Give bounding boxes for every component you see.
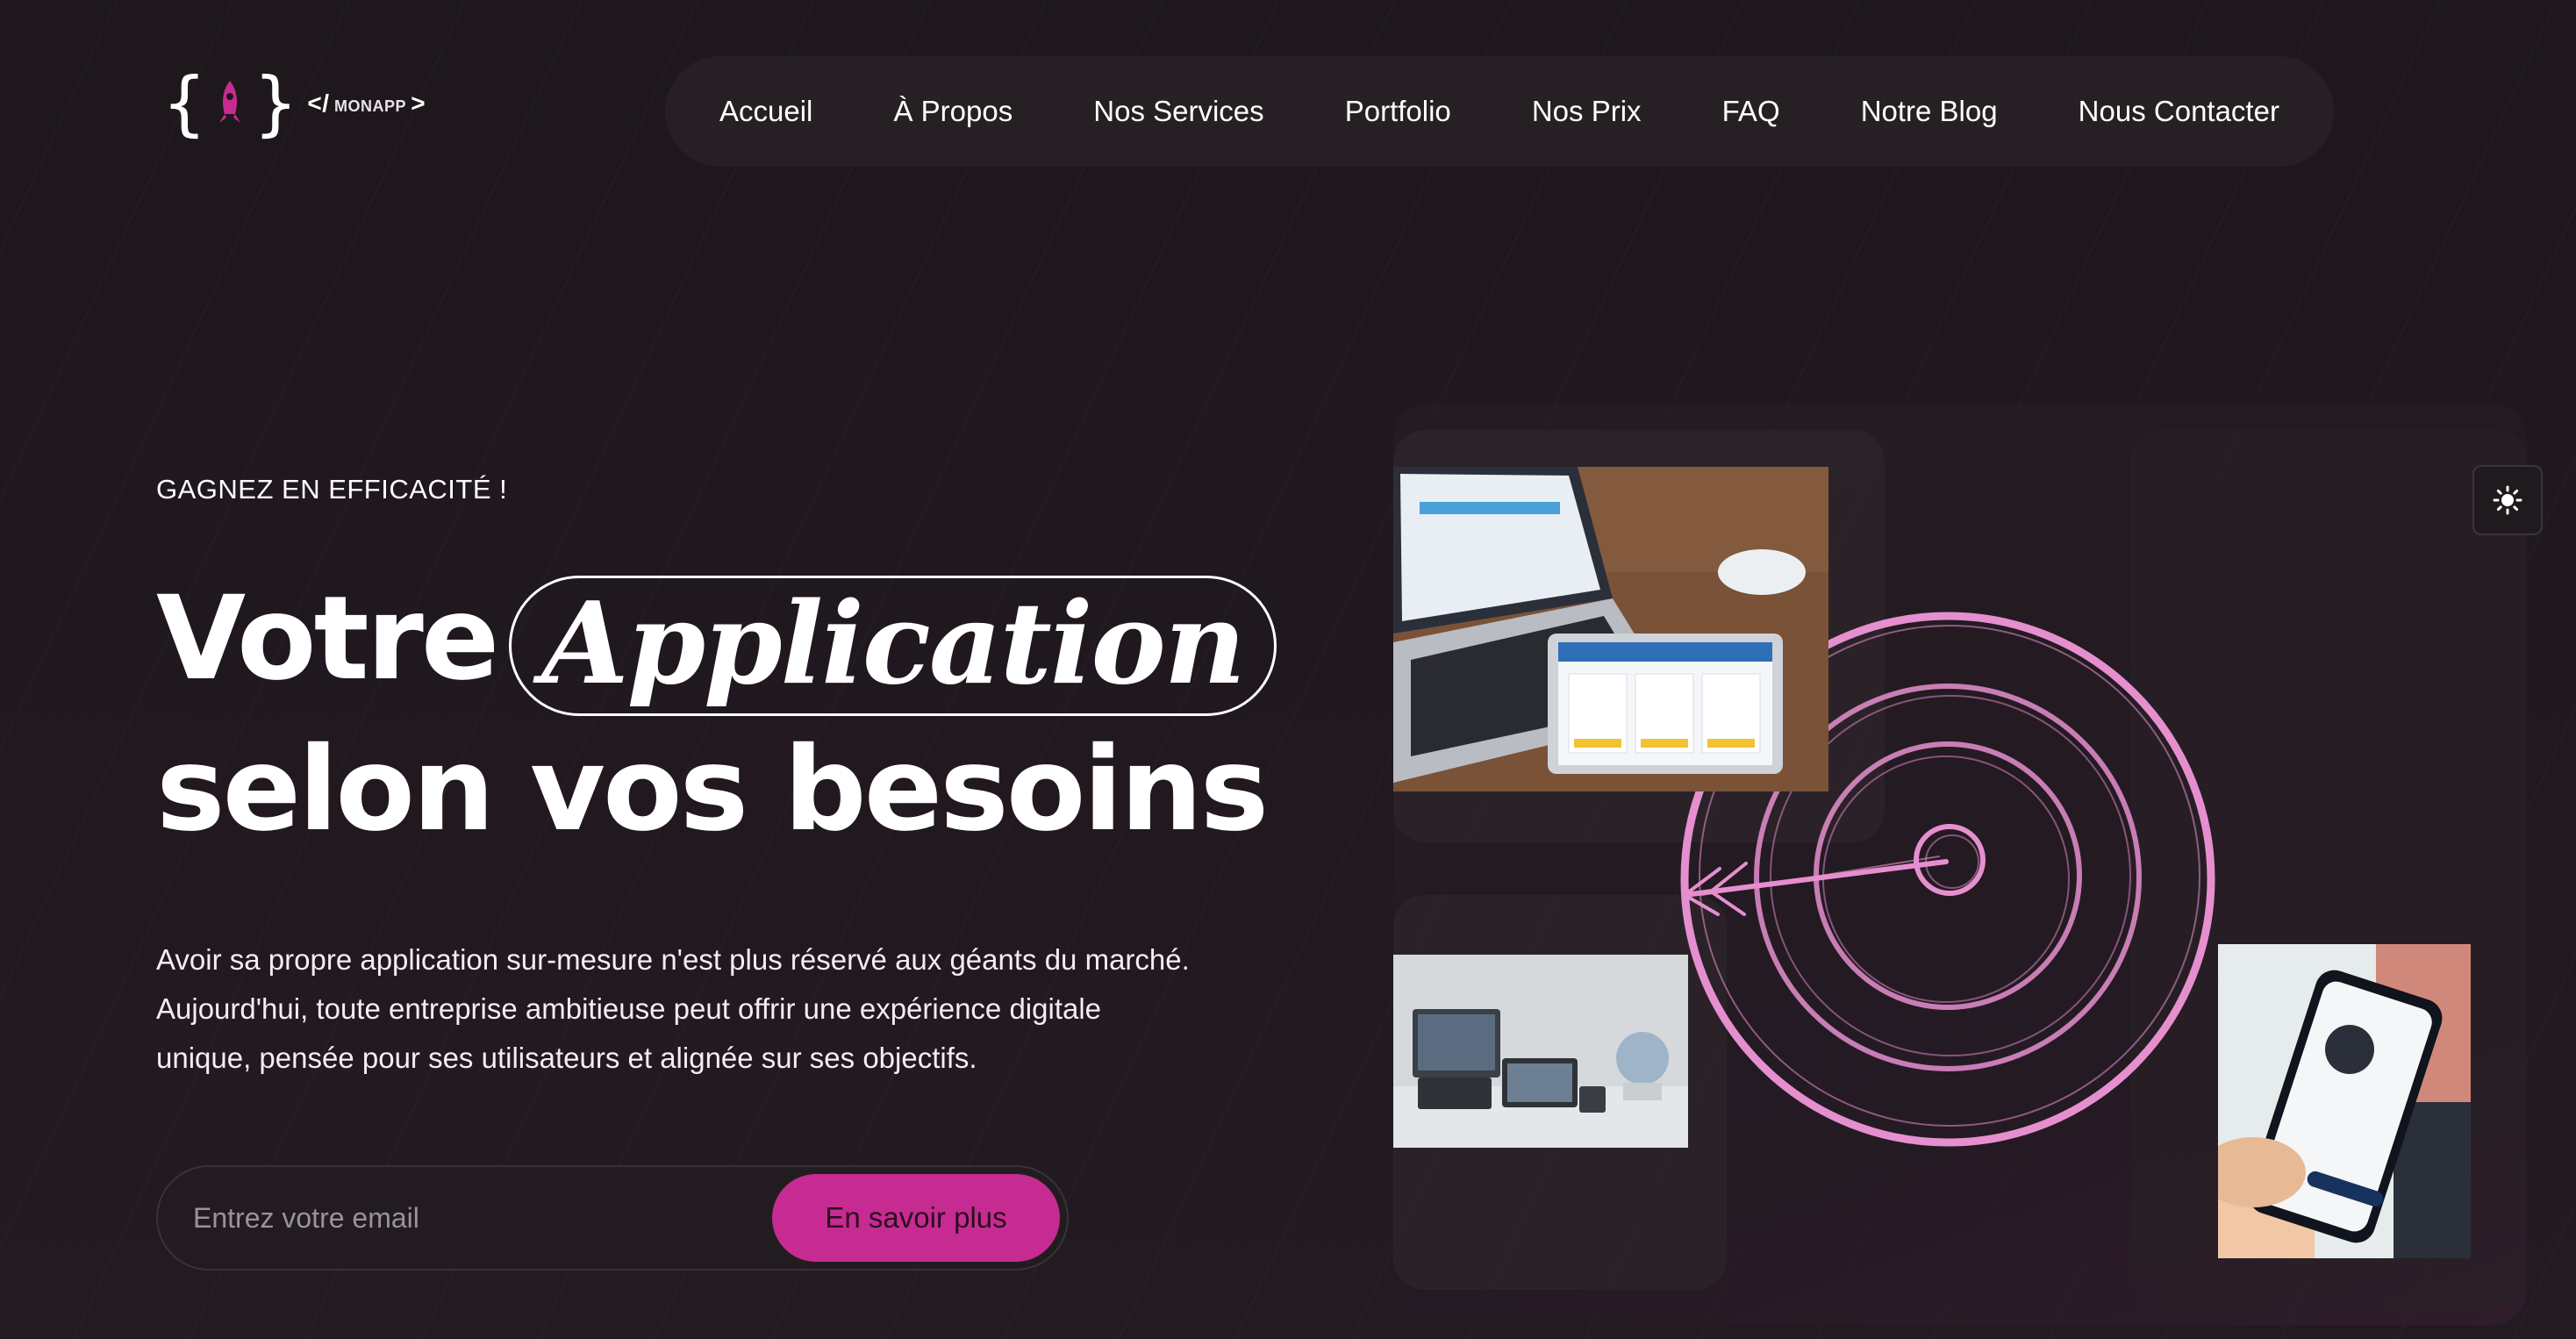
logo-brace-right: } xyxy=(254,62,297,144)
brand-logo[interactable]: { } </ MONAPP > xyxy=(163,68,426,139)
devices-lineup-photo xyxy=(1393,955,1688,1148)
email-input[interactable] xyxy=(193,1201,772,1235)
hero-headline: Votre Application selon vos besoins xyxy=(156,565,1297,863)
headline-line-2: selon vos besoins xyxy=(156,722,1269,857)
description-line: Aujourd'hui, toute entreprise ambitieuse… xyxy=(156,992,1102,1025)
laptop-and-tablet-photo xyxy=(1393,467,1828,791)
nav-item-faq[interactable]: FAQ xyxy=(1722,95,1780,128)
nav-item-accueil[interactable]: Accueil xyxy=(719,95,812,128)
nav-item-a-propos[interactable]: À Propos xyxy=(893,95,1013,128)
rocket-icon xyxy=(219,81,241,123)
hero-eyebrow: GAGNEZ EN EFFICACITÉ ! xyxy=(156,474,508,505)
logo-wordmark: </ MONAPP > xyxy=(307,90,426,117)
learn-more-button[interactable]: En savoir plus xyxy=(772,1174,1060,1262)
headline-word-votre: Votre xyxy=(156,571,499,706)
theme-toggle-button[interactable] xyxy=(2472,465,2543,535)
sun-icon xyxy=(2493,485,2522,515)
email-signup-form: En savoir plus xyxy=(156,1165,1069,1271)
logo-brace-left: { xyxy=(163,62,206,144)
nav-item-nos-prix[interactable]: Nos Prix xyxy=(1532,95,1642,128)
nav-item-notre-blog[interactable]: Notre Blog xyxy=(1861,95,1998,128)
headline-highlight-pill: Application xyxy=(509,576,1277,716)
nav-item-portfolio[interactable]: Portfolio xyxy=(1345,95,1451,128)
phone-in-hand-photo xyxy=(2218,944,2471,1258)
hero-description: Avoir sa propre application sur-mesure n… xyxy=(156,935,1262,1083)
nav-item-nous-contacter[interactable]: Nous Contacter xyxy=(2079,95,2279,128)
description-line: unique, pensée pour ses utilisateurs et … xyxy=(156,1042,977,1074)
description-line: Avoir sa propre application sur-mesure n… xyxy=(156,943,1190,976)
headline-line-1: Votre Application xyxy=(156,565,1297,716)
main-nav: Accueil À Propos Nos Services Portfolio … xyxy=(665,56,2334,167)
nav-item-nos-services[interactable]: Nos Services xyxy=(1093,95,1263,128)
